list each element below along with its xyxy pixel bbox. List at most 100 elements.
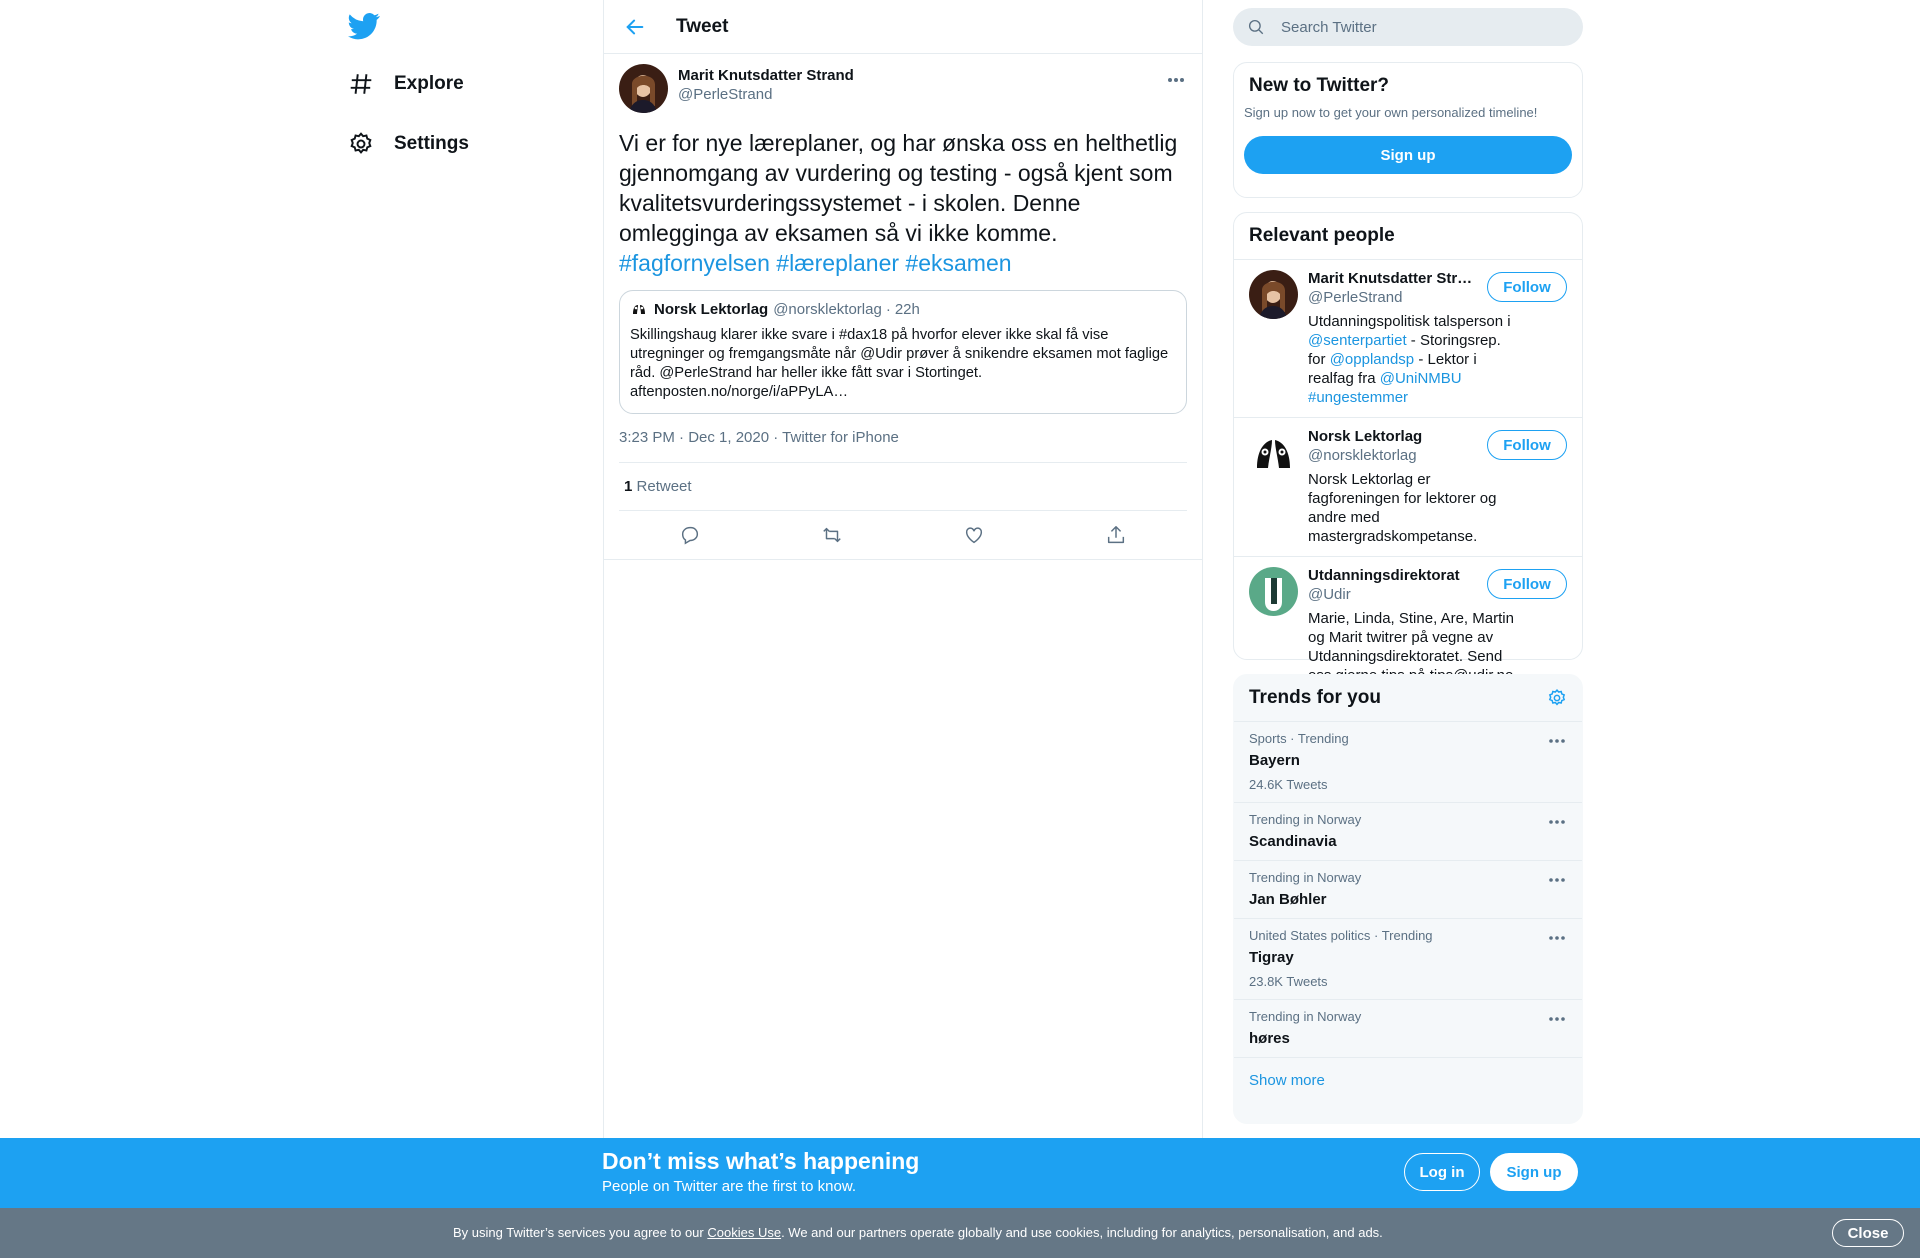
- cookie-text: By using Twitter’s services you agree to…: [453, 1225, 1383, 1240]
- new-to-twitter-title: New to Twitter?: [1249, 75, 1390, 96]
- more-options-icon[interactable]: [1547, 873, 1567, 887]
- trend-item[interactable]: United States politics · Trending Tigray…: [1234, 919, 1582, 1000]
- header-bar: Tweet: [604, 0, 1202, 54]
- search-bar[interactable]: [1233, 8, 1583, 46]
- trend-name: Bayern: [1249, 752, 1300, 769]
- person-bio: Norsk Lektorlag er fagforeningen for lek…: [1308, 471, 1497, 545]
- author-handle[interactable]: @PerleStrand: [678, 86, 854, 103]
- tweet-actions: [619, 511, 1187, 559]
- more-options-icon[interactable]: [1165, 70, 1187, 90]
- tweet-header: Marit Knutsdatter Strand @PerleStrand: [619, 64, 1187, 114]
- author-names: Marit Knutsdatter Strand @PerleStrand: [678, 67, 854, 114]
- cookie-suffix: . We and our partners operate globally a…: [781, 1225, 1383, 1240]
- tweet-stats: 1 Retweet: [619, 463, 1187, 511]
- cookies-use-link[interactable]: Cookies Use: [707, 1225, 781, 1240]
- cookie-bar: By using Twitter’s services you agree to…: [0, 1208, 1920, 1258]
- more-options-icon[interactable]: [1547, 815, 1567, 829]
- person-item[interactable]: Norsk Lektorlag @norsklektorlag Norsk Le…: [1234, 418, 1582, 557]
- tweet-timestamp[interactable]: 3:23 PM · Dec 1, 2020: [619, 429, 769, 446]
- person-name[interactable]: Marit Knutsdatter Str…: [1308, 270, 1478, 287]
- trend-category: Trending in Norway: [1249, 812, 1362, 827]
- trend-item[interactable]: Trending in Norway Jan Bøhler: [1234, 861, 1582, 919]
- trend-name: Tigray: [1249, 949, 1294, 966]
- login-button[interactable]: Log in: [1404, 1153, 1480, 1191]
- cookie-prefix: By using Twitter’s services you agree to…: [453, 1225, 708, 1240]
- nav-label-settings: Settings: [394, 133, 469, 154]
- banner-signup-button[interactable]: Sign up: [1490, 1153, 1578, 1191]
- like-heart-icon[interactable]: [963, 524, 985, 546]
- quote-text: Skillingshaug klarer ikke svare i #dax18…: [630, 327, 1169, 400]
- follow-button[interactable]: Follow: [1487, 430, 1567, 460]
- reply-icon[interactable]: [679, 524, 701, 546]
- person-info: Norsk Lektorlag @norsklektorlag Norsk Le…: [1308, 428, 1516, 546]
- author-avatar[interactable]: [619, 64, 668, 113]
- separator-dot: ·: [885, 300, 891, 318]
- person-handle[interactable]: @norsklektorlag: [1308, 447, 1516, 464]
- trend-category: Trending in Norway: [1249, 1009, 1362, 1024]
- back-arrow-icon[interactable]: [624, 16, 646, 38]
- tweet-text: Vi er for nye læreplaner, og har ønska o…: [619, 128, 1189, 278]
- main-column: Tweet Marit Knutsdatter Strand @PerleStr…: [603, 0, 1203, 1138]
- trend-name: Scandinavia: [1249, 833, 1337, 850]
- trends-header: Trends for you: [1234, 675, 1582, 722]
- twitter-logo-icon[interactable]: [348, 10, 380, 42]
- trend-item[interactable]: Sports · Trending Bayern 24.6K Tweets: [1234, 722, 1582, 803]
- more-options-icon[interactable]: [1547, 734, 1567, 748]
- quote-time: 22h: [894, 300, 920, 318]
- person-handle[interactable]: @PerleStrand: [1308, 289, 1516, 306]
- nav-label-explore: Explore: [394, 73, 464, 94]
- trends-card: Trends for you Sports · Trending Bayern …: [1233, 674, 1583, 1124]
- person-item[interactable]: Marit Knutsdatter Str… @PerleStrand Utda…: [1234, 260, 1582, 418]
- trend-name: høres: [1249, 1030, 1290, 1047]
- retweet-icon[interactable]: [821, 524, 843, 546]
- person-name[interactable]: Norsk Lektorlag: [1308, 428, 1478, 445]
- new-to-twitter-subtitle: Sign up now to get your own personalized…: [1244, 105, 1538, 120]
- person-avatar[interactable]: [1249, 270, 1298, 319]
- search-input[interactable]: [1279, 17, 1563, 37]
- gear-icon[interactable]: [1547, 688, 1567, 708]
- follow-button[interactable]: Follow: [1487, 272, 1567, 302]
- more-options-icon[interactable]: [1547, 1012, 1567, 1026]
- hashtag-link[interactable]: #ungestemmer: [1308, 389, 1408, 406]
- person-avatar[interactable]: [1249, 428, 1298, 477]
- gear-icon: [350, 132, 372, 154]
- person-info: Marit Knutsdatter Str… @PerleStrand Utda…: [1308, 270, 1516, 407]
- quote-author-handle: @norsklektorlag: [773, 300, 882, 318]
- trend-category: Sports · Trending: [1249, 731, 1349, 746]
- trend-category: United States politics · Trending: [1249, 928, 1433, 943]
- mention-link[interactable]: @opplandsp: [1330, 351, 1414, 368]
- hashtag-link[interactable]: #fagfornyelsen: [619, 250, 770, 276]
- separator-dot: ·: [773, 429, 783, 446]
- trend-category: Trending in Norway: [1249, 870, 1362, 885]
- retweet-label[interactable]: Retweet: [637, 478, 692, 495]
- tweet-meta: 3:23 PM · Dec 1, 2020 · Twitter for iPho…: [619, 429, 1187, 463]
- trend-item[interactable]: Trending in Norway Scandinavia: [1234, 803, 1582, 861]
- divider: [604, 559, 1202, 560]
- signup-button[interactable]: Sign up: [1244, 136, 1572, 174]
- show-more-link[interactable]: Show more: [1234, 1058, 1582, 1103]
- retweet-count: 1: [624, 478, 633, 495]
- trend-item[interactable]: Trending in Norway høres: [1234, 1000, 1582, 1058]
- tweet: Marit Knutsdatter Strand @PerleStrand Vi…: [604, 54, 1202, 559]
- quote-author-name: Norsk Lektorlag: [654, 300, 769, 318]
- tweet-body: Vi er for nye læreplaner, og har ønska o…: [619, 130, 1178, 246]
- person-handle[interactable]: @Udir: [1308, 586, 1516, 603]
- tweet-source[interactable]: Twitter for iPhone: [782, 429, 899, 446]
- trends-title: Trends for you: [1249, 687, 1381, 708]
- mention-link[interactable]: @UniNMBU: [1380, 370, 1462, 387]
- author-name[interactable]: Marit Knutsdatter Strand: [678, 67, 854, 84]
- hashtag-link[interactable]: #eksamen: [905, 250, 1011, 276]
- person-name[interactable]: Utdanningsdirektorat: [1308, 567, 1478, 584]
- quoted-tweet[interactable]: Norsk Lektorlag @norsklektorlag · 22h Sk…: [619, 290, 1187, 414]
- person-avatar[interactable]: [1249, 567, 1298, 616]
- hashtag-link[interactable]: #læreplaner: [776, 250, 899, 276]
- follow-button[interactable]: Follow: [1487, 569, 1567, 599]
- nav-item-settings[interactable]: Settings: [348, 124, 469, 164]
- mention-link[interactable]: @senterpartiet: [1308, 332, 1407, 349]
- search-icon: [1248, 19, 1264, 35]
- share-icon[interactable]: [1105, 524, 1127, 546]
- nav-item-explore[interactable]: Explore: [348, 64, 464, 104]
- trend-count: 24.6K Tweets: [1249, 777, 1328, 792]
- close-button[interactable]: Close: [1832, 1219, 1904, 1247]
- more-options-icon[interactable]: [1547, 931, 1567, 945]
